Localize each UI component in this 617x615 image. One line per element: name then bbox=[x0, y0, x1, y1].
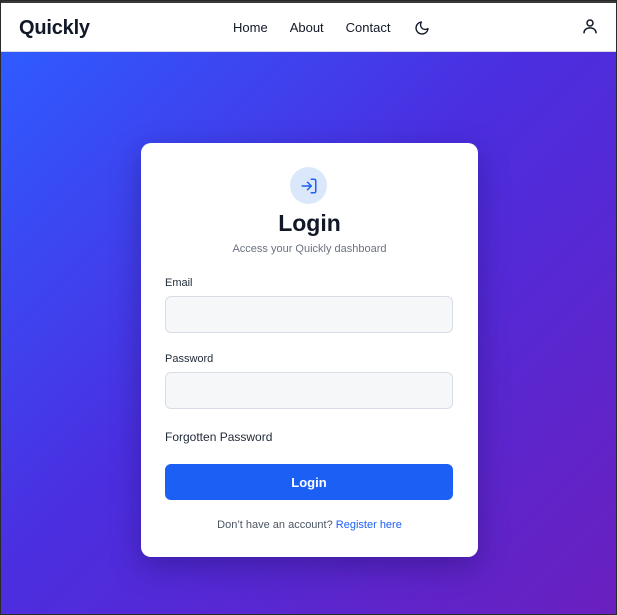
nav-links: Home About Contact bbox=[233, 20, 390, 35]
nav-link-home[interactable]: Home bbox=[233, 20, 268, 35]
moon-icon[interactable] bbox=[414, 20, 430, 36]
nav-link-about[interactable]: About bbox=[290, 20, 324, 35]
register-prompt-text: Don’t have an account? bbox=[217, 519, 333, 531]
login-icon bbox=[290, 167, 327, 204]
password-label: Password bbox=[165, 353, 214, 365]
email-field[interactable] bbox=[165, 296, 453, 333]
card-subtitle: Access your Quickly dashboard bbox=[232, 243, 387, 255]
card-title: Login bbox=[278, 210, 341, 236]
navbar: Quickly Home About Contact bbox=[1, 1, 616, 52]
user-icon[interactable] bbox=[581, 17, 599, 35]
email-label: Email bbox=[165, 277, 193, 289]
forgot-password-link[interactable]: Forgotten Password bbox=[165, 430, 272, 444]
register-prompt: Don’t have an account? Register here bbox=[141, 519, 478, 531]
app-window: Quickly Home About Contact Login Access … bbox=[0, 0, 617, 615]
login-card: Login Access your Quickly dashboard Emai… bbox=[141, 143, 478, 557]
password-field[interactable] bbox=[165, 372, 453, 409]
nav-link-contact[interactable]: Contact bbox=[346, 20, 391, 35]
login-button[interactable]: Login bbox=[165, 464, 453, 500]
brand-logo[interactable]: Quickly bbox=[19, 17, 90, 40]
register-link[interactable]: Register here bbox=[336, 519, 402, 531]
